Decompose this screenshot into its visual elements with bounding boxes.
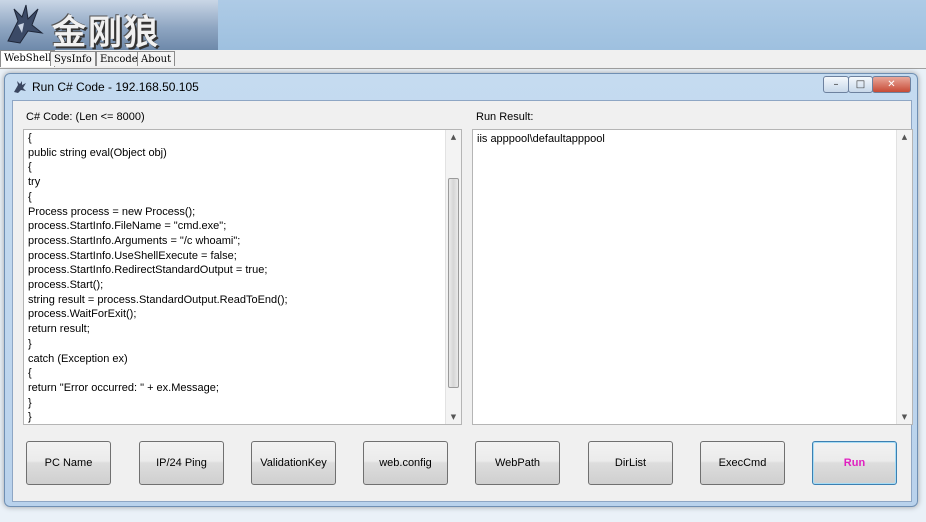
code-label: C# Code: (Len <= 8000) — [26, 111, 145, 123]
result-box[interactable]: iis apppool\defaultapppool ▲ ▼ — [472, 129, 913, 425]
dir-list-button[interactable]: DirList — [588, 441, 673, 485]
pc-name-button[interactable]: PC Name — [26, 441, 111, 485]
run-button[interactable]: Run — [812, 441, 897, 485]
maximize-button[interactable]: □ — [848, 76, 873, 93]
scroll-up-arrow-icon[interactable]: ▲ — [897, 130, 912, 144]
code-editor[interactable]: { public string eval(Object obj) { try {… — [23, 129, 462, 425]
result-text: iis apppool\defaultapppool — [477, 133, 605, 145]
ip-ping-button[interactable]: IP/24 Ping — [139, 441, 224, 485]
result-label: Run Result: — [476, 111, 534, 123]
tab-webshell[interactable]: WebShell — [0, 50, 56, 67]
web-config-button[interactable]: web.config — [363, 441, 448, 485]
dialog-titlebar[interactable]: Run C# Code - 192.168.50.105 – □ ✕ — [5, 74, 917, 100]
tab-about[interactable]: About — [137, 51, 176, 66]
web-path-button[interactable]: WebPath — [475, 441, 560, 485]
scroll-thumb[interactable] — [448, 178, 459, 388]
code-scrollbar[interactable]: ▲ ▼ — [445, 130, 461, 424]
result-scrollbar[interactable]: ▲ ▼ — [896, 130, 912, 424]
tab-sysinfo[interactable]: SysInfo — [50, 51, 96, 66]
tab-encode[interactable]: Encode — [96, 51, 142, 66]
app-icon — [14, 81, 26, 93]
close-button[interactable]: ✕ — [872, 76, 911, 93]
scroll-down-arrow-icon[interactable]: ▼ — [897, 410, 912, 424]
exec-cmd-button[interactable]: ExecCmd — [700, 441, 785, 485]
validation-key-button[interactable]: ValidationKey — [251, 441, 336, 485]
app-logo: 金刚狼 — [0, 0, 218, 50]
app-banner: 金刚狼 — [0, 0, 926, 50]
code-text: { public string eval(Object obj) { try {… — [28, 132, 288, 424]
minimize-button[interactable]: – — [823, 76, 849, 93]
dialog-title: Run C# Code - 192.168.50.105 — [32, 80, 199, 94]
scroll-up-arrow-icon[interactable]: ▲ — [446, 130, 461, 144]
scroll-down-arrow-icon[interactable]: ▼ — [446, 410, 461, 424]
run-csharp-dialog: Run C# Code - 192.168.50.105 – □ ✕ C# Co… — [4, 73, 918, 507]
logo-text: 金刚狼 — [52, 13, 160, 50]
wolverine-emblem-icon — [7, 4, 44, 44]
top-tab-strip: WebShell SysInfo Encode About — [0, 50, 926, 69]
